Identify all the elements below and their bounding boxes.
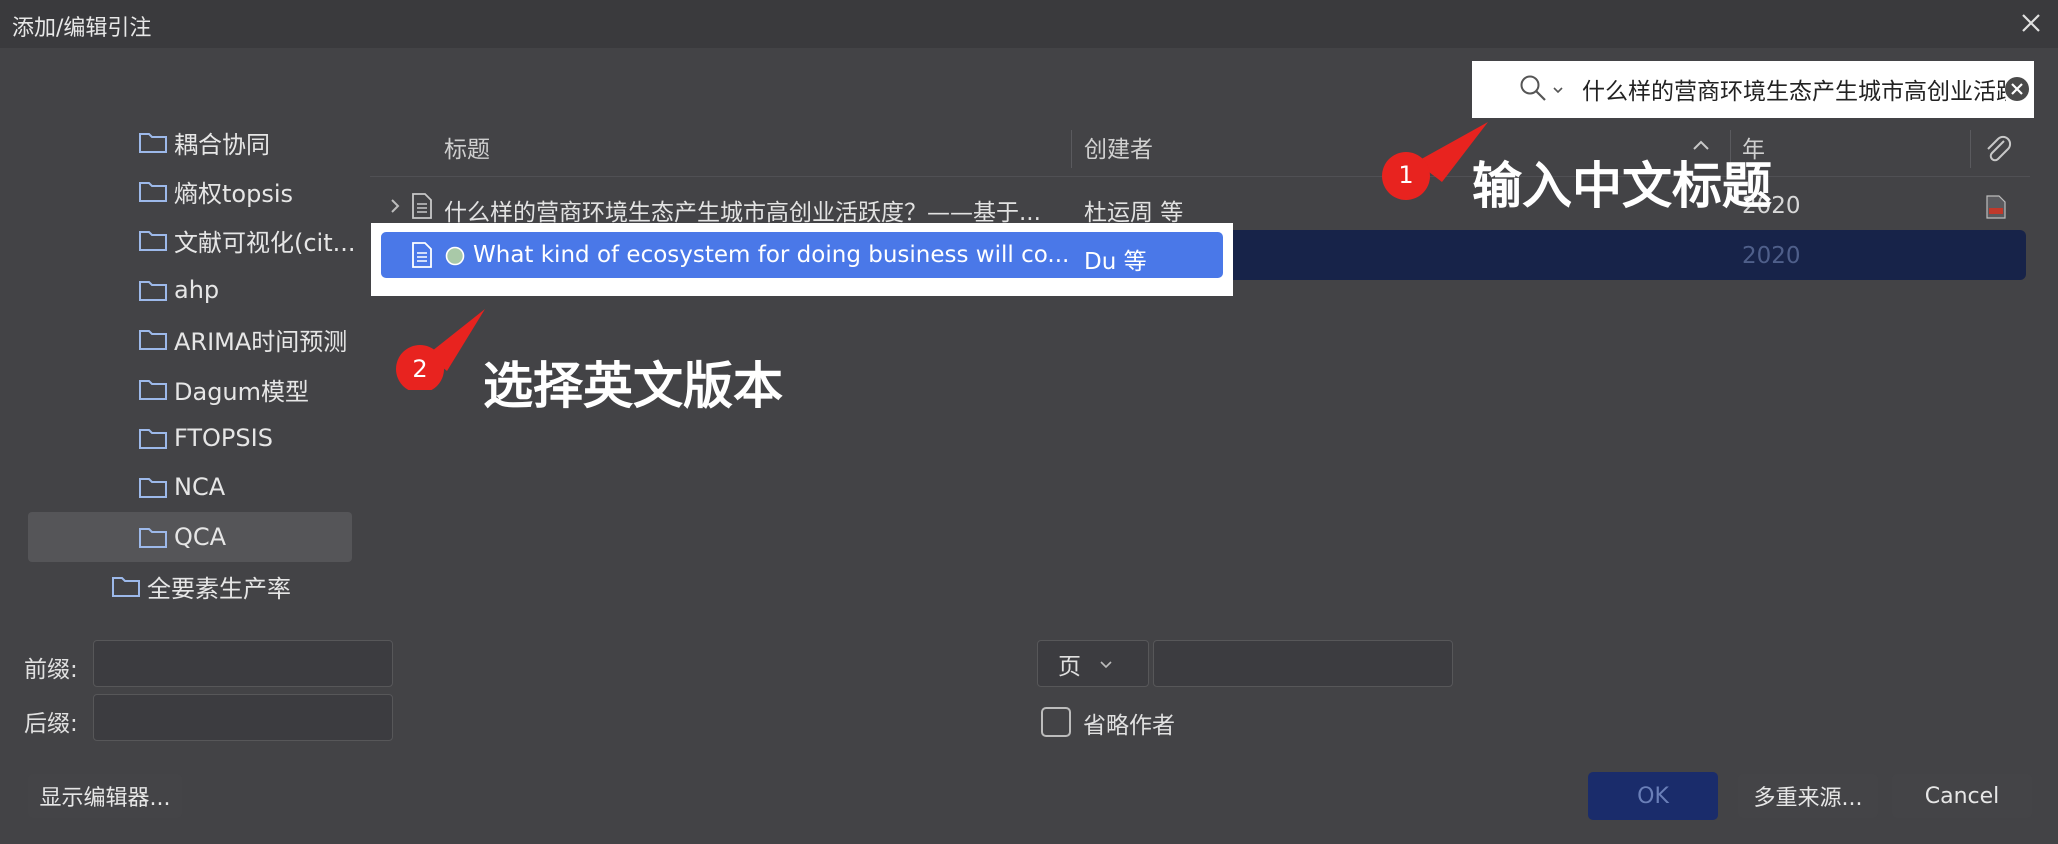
ok-button[interactable]: OK — [1588, 772, 1718, 820]
prefix-label: 前缀: — [24, 657, 78, 683]
column-divider — [1970, 130, 1971, 168]
status-circle-icon — [445, 246, 465, 266]
locator-value: 页 — [1058, 653, 1081, 680]
folder-icon — [112, 577, 140, 597]
show-editor-button[interactable]: 显示编辑器... — [28, 774, 182, 818]
folder-label: 文献可视化(cit... — [174, 228, 356, 257]
prefix-input[interactable] — [93, 640, 393, 687]
folder-icon — [139, 380, 167, 400]
folder-label: FTOPSIS — [174, 424, 273, 452]
chevron-down-icon[interactable] — [1552, 85, 1564, 95]
folder-label: 熵权topsis — [174, 179, 294, 208]
folder-item[interactable]: 全要素生产率 — [111, 566, 291, 606]
attachment-icon[interactable] — [1982, 133, 2014, 165]
document-icon — [412, 193, 432, 219]
folder-item[interactable]: 耦合协同 — [138, 122, 270, 162]
folder-label: QCA — [174, 523, 227, 551]
folder-label: 全要素生产率 — [147, 574, 291, 603]
document-icon — [412, 242, 432, 268]
close-icon[interactable] — [2018, 10, 2044, 36]
omit-author-checkbox[interactable] — [1041, 707, 1071, 737]
annotation-number-1: 1 — [1398, 161, 1414, 189]
folder-label: NCA — [174, 473, 226, 501]
chevron-down-icon — [1100, 660, 1112, 668]
folder-item[interactable]: Dagum模型 — [138, 369, 309, 409]
pdf-icon[interactable] — [1985, 194, 2007, 220]
folder-item[interactable]: 熵权topsis — [138, 171, 293, 211]
folder-label: ARIMA时间预测 — [174, 327, 348, 356]
annotation-text-2: 选择英文版本 — [483, 357, 783, 415]
folder-item[interactable]: 文献可视化(cit... — [138, 220, 356, 260]
row-title: 什么样的营商环境生态产生城市高创业活跃度？——基于... — [444, 200, 1041, 226]
locator-input[interactable] — [1153, 640, 1453, 687]
search-input[interactable]: 什么样的营商环境生态产生城市高创业活跃 — [1582, 72, 2006, 106]
folder-icon — [139, 133, 167, 153]
clear-search-icon[interactable] — [2004, 76, 2030, 102]
folder-icon — [139, 231, 167, 251]
column-header-creator[interactable]: 创建者 — [1084, 130, 1153, 164]
annotation-number-2: 2 — [412, 355, 428, 383]
folder-icon — [139, 330, 167, 350]
column-header-title[interactable]: 标题 — [444, 130, 490, 164]
folder-icon — [139, 478, 167, 498]
cancel-button[interactable]: Cancel — [1892, 774, 2032, 818]
folder-item[interactable]: ARIMA时间预测 — [138, 319, 347, 359]
omit-author-label: 省略作者 — [1083, 713, 1175, 739]
title-bar: 添加/编辑引注 — [0, 0, 2058, 48]
folder-item[interactable]: ahp — [138, 270, 219, 310]
suffix-input[interactable] — [93, 694, 393, 741]
folder-item[interactable]: NCA — [138, 467, 225, 507]
row-creator: 杜运周 等 — [1084, 200, 1184, 226]
row-year: 2020 — [1742, 243, 1801, 269]
suffix-label: 后缀: — [24, 711, 78, 737]
multiple-sources-button[interactable]: 多重来源... — [1738, 774, 1878, 818]
dialog-title: 添加/编辑引注 — [12, 16, 152, 41]
search-icon[interactable] — [1518, 73, 1548, 103]
column-divider — [1071, 130, 1072, 168]
folder-item-selected[interactable]: QCA — [28, 512, 352, 562]
header-separator — [370, 176, 2030, 177]
folder-label: ahp — [174, 276, 220, 304]
folder-icon — [139, 182, 167, 202]
chevron-right-icon[interactable] — [388, 196, 402, 216]
row-creator: Du 等 — [1084, 249, 1147, 275]
folder-icon — [139, 281, 167, 301]
locator-select[interactable]: 页 — [1037, 640, 1149, 687]
row-title: What kind of ecosystem for doing busines… — [473, 242, 1070, 268]
folder-label: 耦合协同 — [174, 130, 270, 159]
folder-label: Dagum模型 — [174, 377, 310, 406]
folder-icon — [139, 528, 167, 548]
folder-icon — [139, 429, 167, 449]
annotation-text-1: 输入中文标题 — [1472, 157, 1772, 215]
folder-item[interactable]: FTOPSIS — [138, 418, 273, 458]
